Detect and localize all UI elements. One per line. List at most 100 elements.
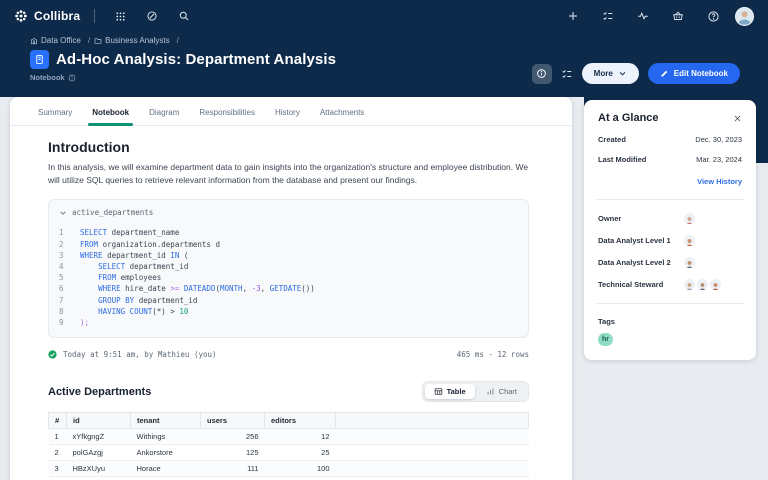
code-line-text: ); — [80, 317, 89, 328]
cell: Horace — [131, 461, 201, 477]
tab-history[interactable]: History — [275, 97, 300, 125]
collibra-logo-icon — [14, 9, 28, 23]
code-token: FROM — [80, 240, 98, 249]
cell: polGAzgj — [67, 445, 131, 461]
code-token: ()) — [301, 284, 315, 293]
code-token: WHERE — [98, 284, 121, 293]
intro-paragraph: In this analysis, we will examine depart… — [48, 161, 539, 187]
tasks-icon[interactable] — [595, 5, 621, 27]
code-token: hire_date — [121, 284, 171, 293]
code-token: GROUP BY — [98, 296, 134, 305]
line-number: 9 — [59, 317, 71, 328]
role-avatars — [684, 257, 695, 268]
pencil-icon — [660, 69, 669, 78]
line-number: 4 — [59, 261, 71, 272]
table-row: 1xYfkgngZWithings25612 — [49, 429, 529, 445]
tab-diagram[interactable]: Diagram — [149, 97, 179, 125]
divider — [596, 303, 744, 304]
breadcrumb-business-analysts[interactable]: Business Analysts — [94, 36, 179, 45]
building-icon — [30, 37, 38, 45]
chart-view-button[interactable]: Chart — [477, 384, 526, 399]
code-token: DATEADD — [184, 284, 216, 293]
code-line-text: HAVING COUNT(*) > 10 — [80, 306, 188, 317]
column-header-id: id — [67, 413, 131, 429]
view-history-link[interactable]: View History — [598, 177, 742, 186]
checklist-icon[interactable] — [561, 68, 573, 80]
code-token: department_name — [107, 228, 179, 237]
avatar[interactable] — [684, 279, 695, 290]
role-data-analyst-level-1: Data Analyst Level 1 — [598, 235, 742, 246]
tab-attachments[interactable]: Attachments — [320, 97, 364, 125]
apps-grid-icon[interactable] — [107, 5, 133, 27]
app-window: Collibra — [0, 0, 768, 480]
basket-icon[interactable] — [665, 5, 691, 27]
create-plus-icon[interactable] — [560, 5, 586, 27]
collapse-chevron-icon — [59, 209, 67, 217]
code-token — [80, 284, 98, 293]
code-line: 8 HAVING COUNT(*) > 10 — [59, 306, 518, 317]
cell: 256 — [201, 429, 265, 445]
close-icon[interactable] — [733, 114, 742, 123]
role-label: Data Analyst Level 2 — [598, 258, 684, 267]
results-heading: Active Departments — [48, 386, 151, 398]
avatar[interactable] — [697, 279, 708, 290]
divider — [596, 199, 744, 200]
code-line-text: WHERE department_id IN ( — [80, 250, 188, 261]
tab-responsibilities[interactable]: Responsibilities — [199, 97, 255, 125]
code-token: ); — [80, 318, 89, 327]
field-value: Dec. 30, 2023 — [695, 135, 742, 144]
column-header-editors: editors — [265, 413, 336, 429]
activity-icon[interactable] — [630, 5, 656, 27]
details-info-button[interactable] — [532, 64, 552, 84]
sql-cell-header[interactable]: active_departments — [59, 208, 518, 217]
code-line: 7 GROUP BY department_id — [59, 295, 518, 306]
code-token: department_id — [125, 262, 188, 271]
search-icon[interactable] — [171, 5, 197, 27]
run-status-text: Today at 9:51 am, by Mathieu (you) — [63, 350, 217, 359]
avatar[interactable] — [684, 235, 695, 246]
avatar[interactable] — [684, 257, 695, 268]
avatar[interactable] — [710, 279, 721, 290]
code-token: employees — [116, 273, 161, 282]
tag-list: hr — [598, 333, 742, 346]
more-button[interactable]: More — [582, 63, 639, 84]
breadcrumb-data-office[interactable]: Data Office — [30, 36, 90, 45]
results-table-header: #idtenantuserseditors — [49, 413, 529, 429]
line-number: 6 — [59, 283, 71, 294]
tag-hr[interactable]: hr — [598, 333, 613, 346]
code-token: organization.departments d — [98, 240, 220, 249]
edit-notebook-label: Edit Notebook — [674, 69, 728, 78]
code-line: 2FROM organization.departments d — [59, 239, 518, 250]
tab-summary[interactable]: Summary — [38, 97, 72, 125]
edit-notebook-button[interactable]: Edit Notebook — [648, 63, 740, 84]
code-line: 5 FROM employees — [59, 272, 518, 283]
field-value: Mar. 23, 2024 — [696, 155, 742, 164]
role-avatars — [684, 279, 721, 290]
column-header-tenant: tenant — [131, 413, 201, 429]
compass-browse-icon[interactable] — [139, 5, 165, 27]
help-icon[interactable] — [700, 5, 726, 27]
breadcrumb-label: Data Office — [41, 36, 81, 45]
created-field: Created Dec. 30, 2023 — [598, 135, 742, 144]
cell-filler — [336, 429, 529, 445]
table-view-button[interactable]: Table — [425, 384, 475, 399]
code-token: 10 — [179, 307, 188, 316]
tab-notebook[interactable]: Notebook — [92, 97, 129, 125]
cell: xYfkgngZ — [67, 429, 131, 445]
role-label: Data Analyst Level 1 — [598, 236, 684, 245]
table-row: 2polGAzgjAnkorstore12525 — [49, 445, 529, 461]
breadcrumb: Data Office Business Analysts — [30, 36, 740, 45]
code-token — [80, 273, 98, 282]
last-modified-field: Last Modified Mar. 23, 2024 — [598, 155, 742, 164]
collibra-logo[interactable]: Collibra — [14, 9, 80, 23]
table-chart-toggle: TableChart — [422, 381, 529, 402]
sql-cell-name: active_departments — [72, 208, 153, 217]
cell: 111 — [201, 461, 265, 477]
sql-code[interactable]: 1SELECT department_name2FROM organizatio… — [59, 227, 518, 328]
info-icon[interactable] — [68, 74, 76, 82]
user-avatar[interactable] — [735, 7, 754, 26]
tab-bar: Summary Notebook Diagram Responsibilities Hi… — [10, 97, 572, 126]
avatar[interactable] — [684, 213, 695, 224]
tags-label: Tags — [598, 317, 742, 326]
code-token: HAVING — [98, 307, 125, 316]
